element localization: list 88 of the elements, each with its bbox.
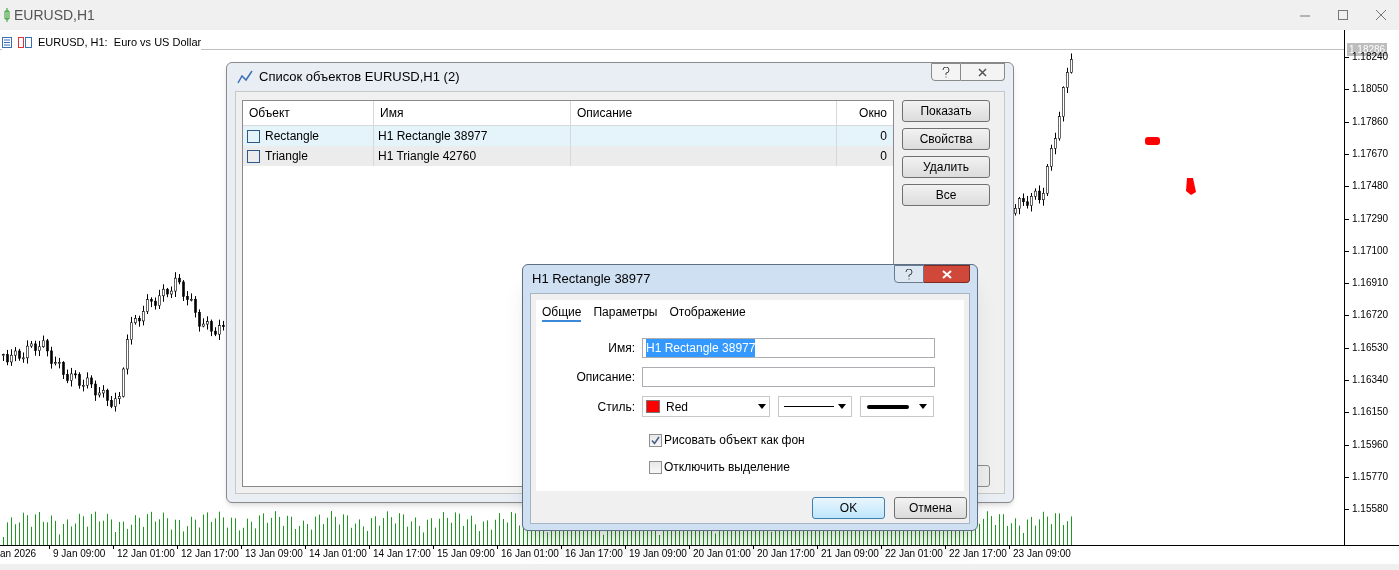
question-icon — [942, 66, 950, 78]
column-header[interactable]: Имя — [374, 101, 571, 125]
dialog-button[interactable]: Отмена — [894, 497, 967, 519]
help-button[interactable] — [931, 63, 961, 81]
price-label: 1.16530 — [1352, 341, 1389, 354]
price-label: 1.18240 — [1352, 51, 1389, 63]
caret-icon — [838, 404, 846, 409]
tab[interactable]: Общие — [542, 303, 582, 322]
column-header[interactable]: Объект — [243, 101, 374, 125]
time-label: 12 Jan 01:00 — [117, 548, 175, 560]
maximize-icon[interactable] — [1337, 9, 1349, 21]
price-label: 1.15960 — [1352, 438, 1389, 451]
dialog-title: H1 Rectangle 38977 — [532, 270, 651, 289]
time-label: 22 Jan 17:00 — [949, 548, 1007, 560]
dialog-button[interactable]: Показать — [902, 100, 990, 122]
dialog-button[interactable]: Все — [902, 184, 990, 206]
time-label: 14 Jan 01:00 — [309, 548, 367, 560]
chart-window-icon[interactable] — [18, 36, 32, 48]
table-cell: H1 Triangle 42760 — [374, 146, 571, 166]
price-label: 1.15580 — [1352, 503, 1389, 516]
field-label: Описание: — [575, 369, 636, 386]
time-label: 13 Jan 09:00 — [245, 548, 303, 560]
price-label: 1.15770 — [1352, 470, 1389, 483]
price-label: 1.16910 — [1352, 277, 1389, 290]
price-label: 1.18050 — [1352, 83, 1389, 96]
price-label: 1.16340 — [1352, 374, 1389, 386]
column-header[interactable]: Окно — [837, 101, 893, 125]
close-icon — [941, 269, 952, 279]
field-label: Имя: — [607, 340, 636, 357]
price-label: 1.17670 — [1352, 147, 1389, 160]
checkbox[interactable] — [649, 433, 662, 447]
price-label: 1.17100 — [1352, 244, 1389, 257]
dialog-title: Список объектов EURUSD,H1 (2) — [259, 68, 460, 87]
line-style-dropdown[interactable] — [778, 396, 852, 417]
time-label: 21 Jan 09:00 — [821, 548, 879, 560]
checkbox[interactable] — [649, 460, 662, 474]
price-label: 1.17860 — [1352, 115, 1389, 128]
dialog-button[interactable]: Удалить — [902, 156, 990, 178]
dialog-button[interactable]: Свойства — [902, 128, 990, 150]
table-row[interactable]: Triangle H1 Triangle 42760 0 — [243, 146, 893, 166]
table-row[interactable]: Rectangle H1 Rectangle 38977 0 — [243, 126, 893, 146]
checkbox-label: Отключить выделение — [664, 459, 790, 476]
close-button[interactable] — [924, 265, 970, 283]
window-title: EURUSD,H1 — [14, 5, 95, 25]
caret-icon — [758, 404, 766, 409]
column-header[interactable]: Описание — [571, 101, 837, 125]
time-label: 19 Jan 09:00 — [629, 548, 687, 560]
thin-line-icon — [784, 406, 834, 407]
chart-header: EURUSD, H1: Euro vs US Dollar — [38, 35, 202, 50]
question-icon — [905, 268, 913, 280]
price-label: 1.16150 — [1352, 406, 1389, 419]
time-label: 12 Jan 17:00 — [181, 548, 239, 560]
time-label: 14 Jan 17:00 — [373, 548, 431, 560]
time-label: 16 Jan 17:00 — [565, 548, 623, 560]
dialog-button[interactable]: OK — [812, 497, 885, 519]
help-button[interactable] — [894, 265, 924, 283]
caret-icon — [919, 404, 927, 409]
time-label: 20 Jan 01:00 — [693, 548, 751, 560]
color-dropdown[interactable]: Red — [642, 396, 770, 417]
square-icon — [247, 129, 260, 143]
close-icon[interactable] — [1375, 9, 1387, 21]
time-label: 15 Jan 09:00 — [437, 548, 495, 560]
table-cell-text: Rectangle — [265, 128, 320, 145]
square-icon — [247, 149, 260, 163]
time-label: 23 Jan 09:00 — [1013, 548, 1071, 560]
time-label: 9 Jan 09:00 — [53, 548, 106, 560]
triangle-object[interactable] — [1186, 178, 1196, 195]
time-label: an 2026 — [0, 548, 37, 560]
table-cell-text: 0 — [879, 128, 888, 145]
time-label: 22 Jan 01:00 — [885, 548, 943, 560]
close-icon — [978, 67, 987, 77]
time-label: 16 Jan 01:00 — [501, 548, 559, 560]
tab[interactable]: Параметры — [593, 303, 658, 322]
list-icon[interactable] — [2, 36, 12, 48]
time-label: 20 Jan 17:00 — [757, 548, 815, 560]
price-label: 1.17290 — [1352, 212, 1389, 225]
price-label: 1.17480 — [1352, 180, 1389, 193]
table-cell-text: Triangle — [265, 148, 308, 165]
line-chart-icon — [237, 70, 253, 84]
candle-icon — [4, 8, 10, 22]
tab[interactable]: Отображение — [669, 303, 746, 322]
line-width-dropdown[interactable] — [860, 396, 934, 417]
rectangle-object[interactable] — [1145, 137, 1160, 145]
price-label: 1.16720 — [1352, 309, 1389, 322]
table-cell-text: 0 — [879, 148, 888, 165]
field-label: Стиль: — [596, 398, 636, 416]
checkbox-label: Рисовать объект как фон — [664, 432, 805, 449]
input-field[interactable] — [642, 367, 935, 387]
